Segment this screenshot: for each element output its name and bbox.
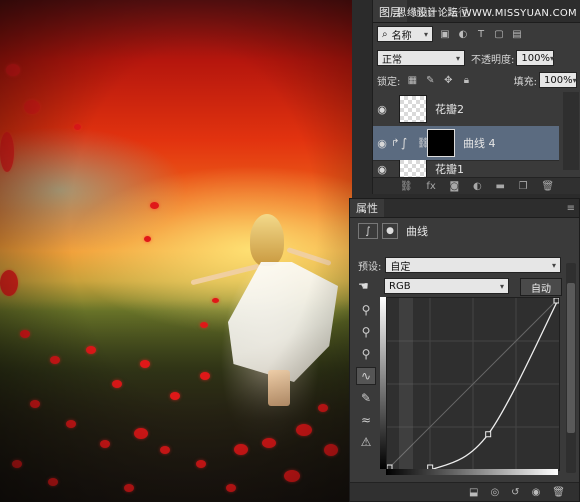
preset-value: 自定	[390, 261, 411, 273]
preset-row: 预设: 自定 ▾	[358, 257, 561, 273]
layer-thumbnail	[399, 95, 427, 123]
lock-all-icon[interactable]: 🔒︎	[460, 74, 472, 86]
link-icon[interactable]: ⛓	[400, 181, 413, 192]
lock-position-icon[interactable]: ✥	[442, 74, 454, 86]
tab-properties[interactable]: 属性	[350, 199, 384, 217]
folder-icon[interactable]: ▬	[495, 181, 504, 192]
chevron-down-icon: ▾	[572, 75, 577, 85]
gray-point-eyedropper-icon[interactable]: ⚲	[356, 323, 376, 341]
curves-icon: ∫	[358, 223, 378, 239]
hand-adjust-icon[interactable]: ☚	[358, 279, 380, 293]
trash-icon[interactable]: 🗑︎	[541, 181, 554, 192]
black-point-eyedropper-icon[interactable]: ⚲	[356, 301, 376, 319]
eye-icon[interactable]: ◉	[373, 163, 391, 176]
clip-arrow-icon: ↱	[391, 137, 400, 149]
opacity-field[interactable]: 100% ▾	[516, 50, 555, 66]
eye-icon[interactable]: ◉	[373, 137, 391, 150]
preset-select[interactable]: 自定 ▾	[385, 257, 561, 273]
mask-icon[interactable]: ◙	[450, 181, 460, 192]
lock-label: 锁定:	[377, 76, 401, 88]
eye-icon[interactable]: ◉	[373, 103, 391, 116]
channel-row: ☚ RGB ▾	[358, 278, 509, 294]
adjustment-icon[interactable]: ◐	[473, 181, 482, 192]
opacity-label: 不透明度:	[471, 54, 515, 66]
mask-icon[interactable]: ●	[382, 223, 398, 239]
filter-shape-icon[interactable]: ▢	[493, 28, 505, 40]
filter-smart-icon[interactable]: ▤	[511, 28, 523, 40]
document-canvas[interactable]	[0, 0, 352, 502]
blend-mode-select[interactable]: 正常 ▾	[377, 50, 465, 66]
edit-points-curve-icon[interactable]: ∿	[356, 367, 376, 385]
layer-filter-row: ⌕ 名称 ▾ ▣ ◐ T ▢ ▤	[377, 26, 577, 42]
layer-mask-thumbnail[interactable]	[427, 129, 455, 157]
view-previous-icon[interactable]: ◎	[490, 487, 499, 498]
scrollbar-thumb[interactable]	[567, 283, 575, 433]
lock-transparent-icon[interactable]: ▦	[406, 74, 418, 86]
chevron-down-icon: ▾	[551, 260, 556, 270]
layer-row-curves-4[interactable]: ◉ ↱ ∫ ⛓ 曲线 4	[373, 126, 559, 161]
reset-icon[interactable]: ↺	[511, 487, 519, 498]
visibility-eye-icon[interactable]: ◉	[532, 487, 541, 498]
adjustment-header: ∫ ● 曲线	[358, 223, 571, 239]
properties-tabbar: 属性 ≡	[350, 199, 579, 218]
channel-select[interactable]: RGB ▾	[384, 278, 509, 294]
layers-footer: ⛓ fx ◙ ◐ ▬ ❐ 🗑︎	[373, 177, 580, 194]
properties-panel: 属性 ≡ ∫ ● 曲线 预设: 自定 ▾ ☚ RGB ▾ 自动 ⚲ ⚲ ⚲ ∿ …	[349, 198, 580, 502]
fill-value: 100%	[544, 74, 573, 86]
pencil-draw-icon[interactable]: ✎	[356, 389, 376, 407]
new-layer-icon[interactable]: ❐	[519, 181, 528, 192]
layer-row-petals-2[interactable]: ◉ 花瓣2	[373, 92, 559, 127]
fill-label: 填充:	[513, 76, 537, 88]
auto-button[interactable]: 自动	[520, 278, 562, 296]
blend-mode-value: 正常	[382, 54, 402, 66]
curve-plot[interactable]	[386, 297, 560, 471]
chevron-down-icon: ▾	[549, 53, 554, 63]
chevron-down-icon: ▾	[423, 29, 428, 39]
clip-to-layer-icon[interactable]: ⬓	[469, 487, 478, 498]
trash-icon[interactable]: 🗑︎	[552, 487, 565, 498]
output-gradient-bar	[386, 469, 558, 475]
opacity-value: 100%	[521, 52, 550, 64]
curves-tools: ⚲ ⚲ ⚲ ∿ ✎ ≈ ⚠	[356, 301, 378, 451]
layer-name: 花瓣1	[435, 163, 464, 176]
chain-link-icon: ⛓	[417, 137, 430, 149]
layers-scrollbar[interactable]	[563, 92, 579, 170]
filter-kind-label: 名称	[391, 30, 412, 42]
chevron-down-icon: ▾	[499, 281, 504, 291]
clipping-warning-icon[interactable]: ⚠	[356, 433, 376, 451]
layers-panel: 图层 通道 路径 思缘设计论坛 WWW.MISSYUAN.COM ⌕ 名称 ▾ …	[372, 0, 580, 194]
blend-opacity-row: 正常 ▾ 不透明度: 100% ▾	[377, 50, 577, 66]
lock-fill-row: 锁定: ▦ ✎ ✥ 🔒︎ 填充: 100% ▾	[377, 72, 577, 88]
channel-value: RGB	[389, 280, 411, 292]
properties-scrollbar[interactable]	[566, 263, 576, 473]
site-watermark: 思缘设计论坛 WWW.MISSYUAN.COM	[396, 8, 577, 19]
filter-type-icon[interactable]: T	[475, 28, 487, 40]
preset-label: 预设:	[358, 261, 382, 273]
curve-control-point[interactable]	[553, 297, 560, 304]
smooth-curve-icon[interactable]: ≈	[356, 411, 376, 429]
histogram-strip	[399, 298, 413, 470]
filter-adjustment-icon[interactable]: ◐	[457, 28, 469, 40]
curve-control-point[interactable]	[485, 431, 492, 438]
curves-graph[interactable]	[386, 297, 560, 471]
chevron-down-icon: ▾	[455, 53, 460, 63]
layer-name: 花瓣2	[435, 103, 464, 116]
fill-field[interactable]: 100% ▾	[539, 72, 577, 88]
adjustment-name: 曲线	[406, 225, 428, 238]
search-icon: ⌕	[382, 28, 388, 40]
filter-pixel-icon[interactable]: ▣	[439, 28, 451, 40]
fx-icon[interactable]: fx	[426, 181, 435, 192]
layer-name: 曲线 4	[463, 137, 496, 150]
panel-menu-icon[interactable]: ≡	[567, 203, 579, 214]
properties-footer: ⬓ ◎ ↺ ◉ 🗑︎	[350, 482, 579, 501]
vignette	[0, 0, 352, 502]
lock-pixels-icon[interactable]: ✎	[424, 74, 436, 86]
curves-adjustment-icon: ∫	[401, 136, 408, 150]
layer-filter-select[interactable]: ⌕ 名称 ▾	[377, 26, 433, 42]
white-point-eyedropper-icon[interactable]: ⚲	[356, 345, 376, 363]
